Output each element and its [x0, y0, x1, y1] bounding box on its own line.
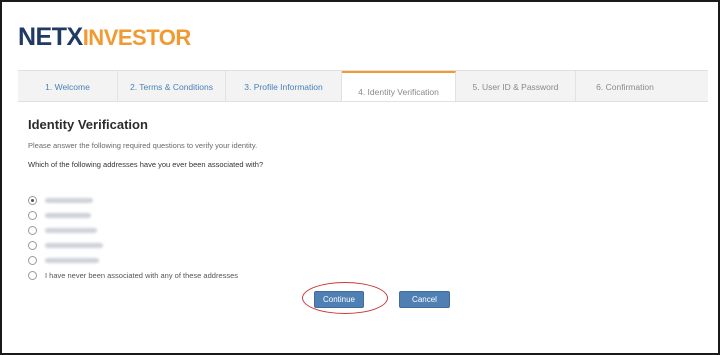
- address-option-1[interactable]: [28, 193, 238, 208]
- logo-netx: NETX: [18, 23, 83, 51]
- redacted-address: [45, 243, 103, 248]
- step-user-id-password: 5. User ID & Password: [456, 71, 576, 101]
- address-option-4[interactable]: [28, 238, 238, 253]
- cancel-button[interactable]: Cancel: [399, 291, 450, 308]
- question-text: Which of the following addresses have yo…: [28, 160, 264, 169]
- step-welcome[interactable]: 1. Welcome: [18, 71, 118, 101]
- continue-button[interactable]: Continue: [314, 291, 364, 308]
- step-identity-verification: 4. Identity Verification: [342, 71, 456, 101]
- redacted-address: [45, 258, 99, 263]
- address-option-2[interactable]: [28, 208, 238, 223]
- radio-button[interactable]: [28, 211, 37, 220]
- radio-button[interactable]: [28, 226, 37, 235]
- step-terms-conditions[interactable]: 2. Terms & Conditions: [118, 71, 226, 101]
- wizard-steps: 1. Welcome 2. Terms & Conditions 3. Prof…: [18, 70, 708, 102]
- redacted-address: [45, 198, 93, 203]
- identity-verification-form: Identity Verification Please answer the …: [28, 117, 688, 280]
- step-profile-information[interactable]: 3. Profile Information: [226, 71, 342, 101]
- step-confirmation: 6. Confirmation: [596, 82, 654, 92]
- logo-investor: INVESTOR: [82, 25, 192, 50]
- address-options: I have never been associated with any of…: [28, 193, 238, 283]
- radio-button-selected[interactable]: [28, 196, 37, 205]
- radio-button[interactable]: [28, 241, 37, 250]
- netx-investor-logo: NETXINVESTOR: [18, 24, 191, 51]
- address-option-5[interactable]: [28, 253, 238, 268]
- radio-button[interactable]: [28, 271, 37, 280]
- instructions-text: Please answer the following required que…: [28, 141, 258, 150]
- redacted-address: [45, 228, 97, 233]
- page-title: Identity Verification: [28, 117, 148, 132]
- none-option-label: I have never been associated with any of…: [45, 271, 239, 280]
- radio-button[interactable]: [28, 256, 37, 265]
- redacted-address: [45, 213, 91, 218]
- address-option-none[interactable]: I have never been associated with any of…: [28, 268, 238, 283]
- address-option-3[interactable]: [28, 223, 238, 238]
